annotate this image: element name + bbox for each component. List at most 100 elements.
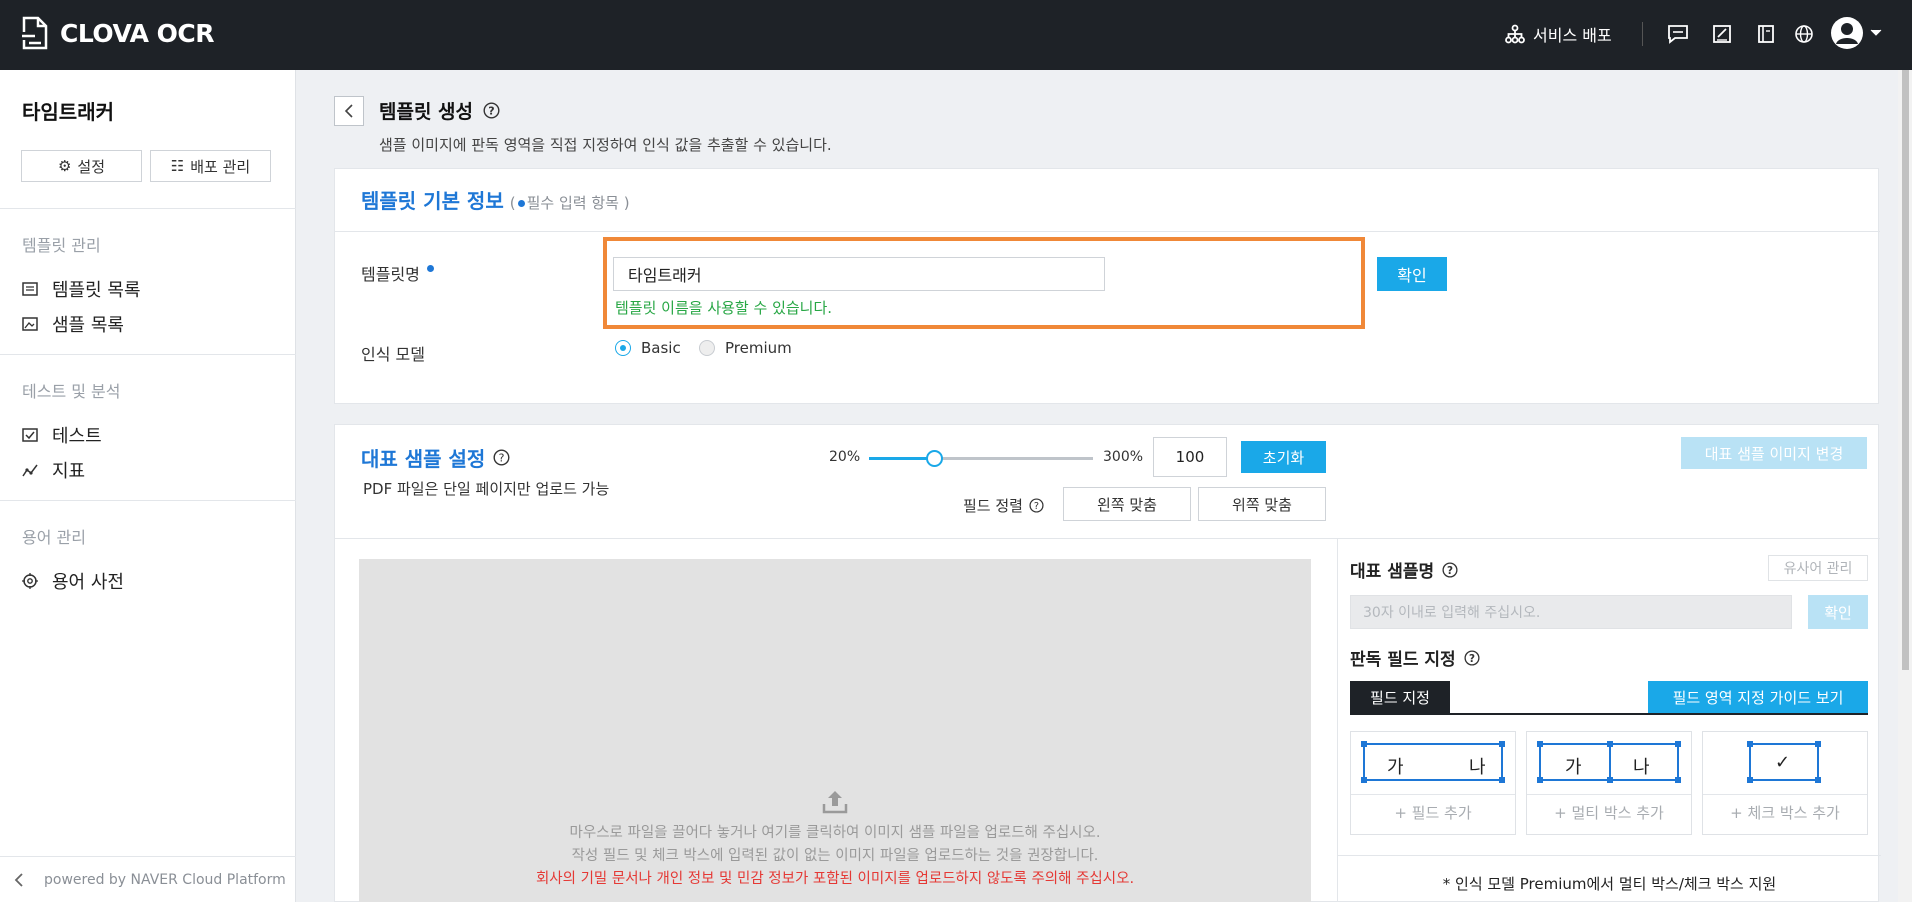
sample-setting-card: 대표 샘플 설정 ? PDF 파일은 단일 페이지만 업로드 가능 20% 30… <box>334 424 1881 902</box>
tool-divider <box>1703 794 1867 795</box>
service-deploy-button[interactable]: 서비스 배포 <box>1505 22 1612 46</box>
sidebar-item-sample-list[interactable]: 샘플 목록 <box>22 311 124 337</box>
sample-name-input[interactable]: 30자 이내로 입력해 주십시오. <box>1350 595 1792 629</box>
app-logo[interactable]: CLOVA OCR <box>20 16 215 50</box>
sidebar-divider <box>0 208 296 209</box>
tab-field-designation[interactable]: 필드 지정 <box>1350 681 1450 713</box>
service-deploy-label: 서비스 배포 <box>1533 26 1612 45</box>
add-multibox-tool[interactable]: 가 나 + 멀티 박스 추가 <box>1526 731 1692 835</box>
multibox-preview: 가 나 <box>1537 741 1681 783</box>
help-icon[interactable]: ? <box>483 102 500 119</box>
topbar-divider <box>1642 22 1643 46</box>
dictionary-icon <box>22 573 38 589</box>
model-radio-basic[interactable]: Basic <box>615 339 681 357</box>
pdf-note: PDF 파일은 단일 페이지만 업로드 가능 <box>363 480 610 498</box>
svg-text:?: ? <box>499 452 505 465</box>
book-icon[interactable] <box>1752 20 1780 48</box>
chevron-down-icon <box>1870 29 1882 36</box>
svg-text:?: ? <box>1469 652 1475 664</box>
powered-by-text: powered by NAVER Cloud Platform <box>44 871 286 888</box>
add-field-tool[interactable]: 가 나 + 필드 추가 <box>1350 731 1516 835</box>
sample-upload-dropzone[interactable]: 마우스로 파일을 끌어다 놓거나 여기를 클릭하여 이미지 샘플 파일을 업로드… <box>359 559 1311 902</box>
zoom-slider-handle[interactable] <box>925 450 943 467</box>
help-icon[interactable]: ? <box>493 449 510 466</box>
model-label: 인식 모델 <box>361 345 425 364</box>
align-left-button[interactable]: 왼쪽 맞춤 <box>1063 487 1191 521</box>
field-designation-title: 판독 필드 지정 ? <box>1350 645 1480 670</box>
field-settings-panel: 대표 샘플명 ? 유사어 관리 30자 이내로 입력해 주십시오. 확인 판독 … <box>1337 539 1881 902</box>
sidebar-item-template-list[interactable]: 템플릿 목록 <box>22 276 141 302</box>
template-name-input[interactable] <box>613 257 1105 291</box>
help-icon[interactable]: ? <box>1464 649 1480 666</box>
add-checkbox-label: + 체크 박스 추가 <box>1730 804 1840 822</box>
list-icon <box>22 282 38 296</box>
settings-button-label: 설정 <box>77 157 106 176</box>
field-guide-button[interactable]: 필드 영역 지정 가이드 보기 <box>1648 681 1868 713</box>
page-title: 템플릿 생성 ? <box>379 97 500 124</box>
add-field-label: + 필드 추가 <box>1394 804 1472 822</box>
reset-button[interactable]: 초기화 <box>1241 441 1326 473</box>
page-scrollbar[interactable] <box>1898 70 1912 902</box>
help-icon[interactable]: ? <box>1029 498 1044 513</box>
field-box-preview: 가 나 <box>1361 741 1505 783</box>
test-icon <box>22 428 38 442</box>
field-align-text: 필드 정렬 <box>963 497 1023 515</box>
deploy-settings-icon: ☷ <box>170 157 185 175</box>
sidebar-item-dictionary[interactable]: 용어 사전 <box>22 568 124 594</box>
template-name-label-text: 템플릿명 <box>361 265 420 284</box>
deploy-management-button[interactable]: ☷ 배포 관리 <box>150 150 271 182</box>
radio-label: Premium <box>725 339 792 357</box>
dropzone-recommendation: 작성 필드 및 체크 박스에 입력된 값이 없는 이미지 파일을 업로드하는 것… <box>571 848 1099 864</box>
settings-button[interactable]: ⚙ 설정 <box>21 150 142 182</box>
zoom-slider[interactable] <box>869 450 1093 467</box>
required-note-open: ( <box>509 194 516 212</box>
radio-checked-icon <box>615 340 631 356</box>
tool-divider <box>1351 794 1515 795</box>
tab-underline <box>1350 713 1868 715</box>
deploy-management-label: 배포 관리 <box>190 157 251 176</box>
upload-icon <box>822 791 848 814</box>
preview-glyph: 가 <box>1387 757 1404 778</box>
zoom-value-input[interactable] <box>1153 437 1227 477</box>
chevron-left-icon[interactable] <box>14 872 24 887</box>
field-designation-title-text: 판독 필드 지정 <box>1350 650 1456 670</box>
dropzone-instruction: 마우스로 파일을 끌어다 놓거나 여기를 클릭하여 이미지 샘플 파일을 업로드… <box>569 825 1101 841</box>
panel-divider <box>1338 855 1881 856</box>
basic-info-title: 템플릿 기본 정보 <box>361 189 504 213</box>
sample-name-confirm-button[interactable]: 확인 <box>1808 595 1868 629</box>
chat-icon[interactable] <box>1664 20 1692 48</box>
scrollbar-thumb[interactable] <box>1902 70 1909 670</box>
sidebar-item-test[interactable]: 테스트 <box>22 422 102 448</box>
globe-icon[interactable] <box>1790 20 1818 48</box>
edit-note-icon[interactable] <box>1708 20 1736 48</box>
template-name-label: 템플릿명 <box>361 261 436 285</box>
section-term-management: 용어 관리 <box>22 528 86 547</box>
section-test-analysis: 테스트 및 분석 <box>22 382 121 401</box>
preview-glyph: 가 <box>1565 757 1582 778</box>
help-icon[interactable]: ? <box>1442 561 1458 578</box>
user-avatar-icon <box>1831 17 1863 49</box>
sidebar-item-metrics[interactable]: 지표 <box>22 457 85 483</box>
sidebar: 타임트래커 ⚙ 설정 ☷ 배포 관리 템플릿 관리 템플릿 목록 샘플 목록 테… <box>0 70 296 902</box>
svg-text:?: ? <box>488 105 494 118</box>
zoom-slider-fill <box>869 457 934 460</box>
chevron-left-icon <box>344 104 353 118</box>
back-button[interactable] <box>334 96 364 126</box>
dropzone-warning: 회사의 기밀 문서나 개인 정보 및 민감 정보가 포함된 이미지를 업로드하지… <box>535 871 1135 887</box>
change-sample-image-button[interactable]: 대표 샘플 이미지 변경 <box>1681 437 1867 469</box>
required-dot-icon <box>517 200 525 207</box>
sample-setting-title: 대표 샘플 설정 <box>361 447 486 471</box>
model-radio-premium[interactable]: Premium <box>699 339 792 357</box>
hierarchy-icon <box>1505 24 1525 44</box>
add-checkbox-tool[interactable]: ✓ + 체크 박스 추가 <box>1702 731 1868 835</box>
section-template-management: 템플릿 관리 <box>22 236 101 255</box>
add-multibox-label: + 멀티 박스 추가 <box>1554 804 1664 822</box>
brand-name: CLOVA OCR <box>60 18 215 48</box>
sidebar-item-label: 템플릿 목록 <box>52 280 141 301</box>
synonym-management-button[interactable]: 유사어 관리 <box>1768 555 1868 581</box>
template-name-confirm-button[interactable]: 확인 <box>1377 257 1447 291</box>
profile-menu[interactable] <box>1830 16 1882 50</box>
required-note-text: 필수 입력 항목 ) <box>526 194 630 212</box>
sidebar-item-label: 지표 <box>52 461 86 482</box>
align-top-button[interactable]: 위쪽 맞춤 <box>1198 487 1326 521</box>
